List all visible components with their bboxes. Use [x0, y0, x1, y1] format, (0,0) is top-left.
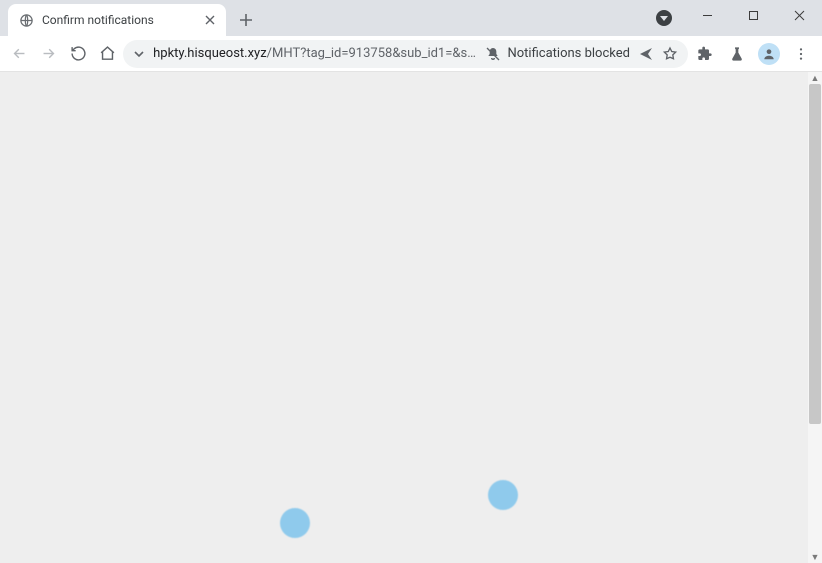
vertical-scrollbar[interactable]: ▲ ▼: [808, 72, 822, 563]
window-controls: [684, 0, 822, 30]
profile-avatar[interactable]: [754, 39, 784, 69]
bookmark-star-icon[interactable]: [662, 46, 678, 62]
url-path: /MHT?tag_id=913758&sub_id1=&sub_id2=1...: [267, 46, 478, 61]
chrome-menu-button[interactable]: [786, 39, 816, 69]
loading-dot: [280, 508, 310, 538]
url-text: hpkty.hisqueost.xyz/MHT?tag_id=913758&su…: [153, 46, 477, 61]
window-minimize-button[interactable]: [684, 0, 730, 30]
window-close-button[interactable]: [776, 0, 822, 30]
scroll-down-arrow-icon[interactable]: ▼: [808, 551, 822, 563]
tab-close-button[interactable]: [202, 12, 218, 28]
toolbar: hpkty.hisqueost.xyz/MHT?tag_id=913758&su…: [0, 36, 822, 72]
toolbar-right-icons: [690, 39, 816, 69]
window-maximize-button[interactable]: [730, 0, 776, 30]
page-body: [0, 72, 808, 563]
scroll-up-arrow-icon[interactable]: ▲: [808, 72, 822, 84]
bell-off-icon: [485, 46, 501, 62]
browser-tab[interactable]: Confirm notifications: [8, 4, 226, 36]
address-bar[interactable]: hpkty.hisqueost.xyz/MHT?tag_id=913758&su…: [123, 40, 688, 68]
extensions-button[interactable]: [690, 39, 720, 69]
back-button[interactable]: [6, 39, 33, 69]
shield-dropdown-icon[interactable]: [654, 8, 674, 28]
send-icon[interactable]: [638, 46, 654, 62]
scrollbar-thumb[interactable]: [809, 84, 821, 424]
content-area: ▲ ▼: [0, 72, 822, 563]
forward-button[interactable]: [35, 39, 62, 69]
notifications-blocked-label: Notifications blocked: [507, 46, 630, 61]
notifications-blocked-chip[interactable]: Notifications blocked: [485, 46, 630, 62]
url-host: hpkty.hisqueost.xyz: [153, 46, 267, 61]
new-tab-button[interactable]: [232, 6, 260, 34]
tab-title: Confirm notifications: [42, 13, 194, 27]
reload-button[interactable]: [65, 39, 92, 69]
labs-flask-icon[interactable]: [722, 39, 752, 69]
site-info-chevron-icon[interactable]: [133, 47, 145, 61]
home-button[interactable]: [94, 39, 121, 69]
globe-icon: [18, 12, 34, 28]
loading-dot: [488, 480, 518, 510]
titlebar: Confirm notifications: [0, 0, 822, 36]
